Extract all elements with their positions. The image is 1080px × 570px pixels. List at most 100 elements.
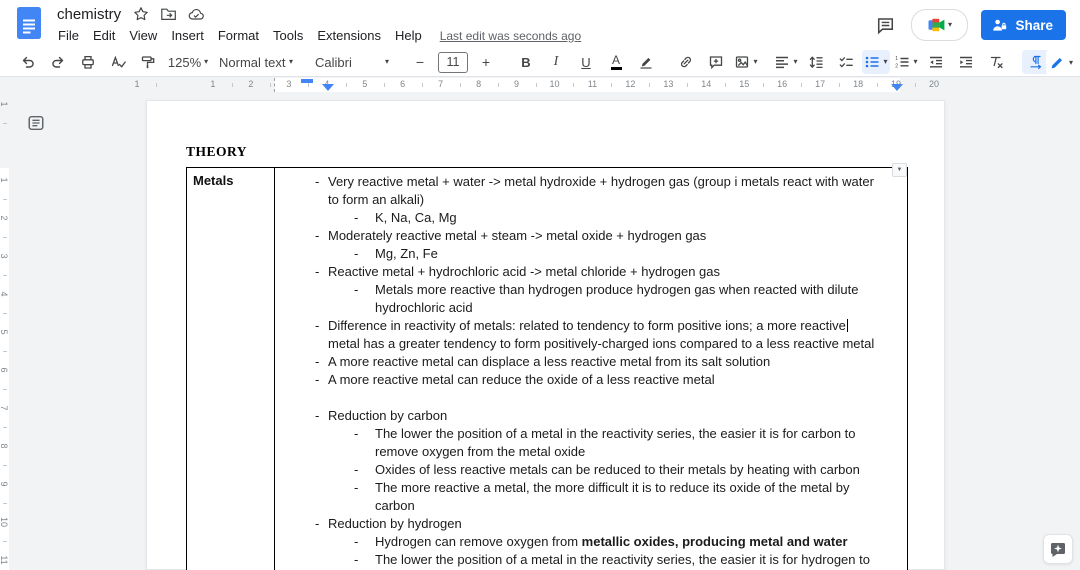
table-cell-metals[interactable]: Metals — [187, 168, 275, 570]
menu-view[interactable]: View — [122, 26, 164, 45]
list-item[interactable]: - Oxides of less reactive metals can be r… — [275, 461, 907, 479]
horizontal-ruler: 1 1 2 3 4 5 6 7 8 9 10 11 12 13 14 15 16 17 18 19 20 — [0, 78, 1080, 92]
table-cell-body[interactable]: - Very reactive metal + water -> metal hy… — [275, 168, 907, 570]
bold-button[interactable]: B — [512, 50, 540, 74]
insert-image-button[interactable]: ▾ — [732, 50, 760, 74]
comment-history-icon[interactable] — [872, 12, 898, 38]
list-item[interactable]: hydrochloric acid — [275, 299, 907, 317]
insert-link-button[interactable] — [672, 50, 700, 74]
font-select-button[interactable]: Calibri ▾ — [310, 50, 394, 74]
chevron-down-icon: ▾ — [1069, 57, 1074, 67]
line-spacing-button[interactable] — [802, 50, 830, 74]
bullet-dash: - — [354, 246, 359, 261]
list-item[interactable]: - Reduction by hydrogen — [275, 515, 907, 533]
clear-formatting-button[interactable] — [982, 50, 1010, 74]
redo-button[interactable] — [44, 50, 72, 74]
right-indent-marker[interactable] — [891, 84, 903, 91]
explore-button[interactable] — [1043, 534, 1073, 564]
list-item[interactable]: to form an alkali) — [275, 191, 907, 209]
text-run: Reduction by hydrogen — [328, 516, 462, 531]
menu-insert[interactable]: Insert — [164, 26, 211, 45]
hanging-indent-marker[interactable] — [322, 84, 334, 91]
font-size-input-button[interactable]: 11 — [438, 51, 468, 73]
list-item[interactable]: - Mg, Zn, Fe — [275, 245, 907, 263]
bullet-dash: - — [315, 372, 320, 387]
star-icon[interactable] — [132, 6, 149, 23]
section-heading[interactable]: THEORY — [186, 144, 247, 160]
ruler-tick — [915, 83, 917, 87]
checklist-button[interactable] — [832, 50, 860, 74]
align-button[interactable]: ▾ — [772, 50, 800, 74]
list-item[interactable]: - Moderately reactive metal + steam -> me… — [275, 227, 907, 245]
list-item[interactable]: - The lower the position of a metal in th… — [275, 425, 907, 443]
font-size-decrease-button[interactable]: − — [406, 50, 434, 74]
add-comment-button[interactable] — [702, 50, 730, 74]
print-button[interactable] — [74, 50, 102, 74]
menu-file[interactable]: File — [51, 26, 86, 45]
last-edit-link[interactable]: Last edit was seconds ago — [440, 29, 581, 43]
bold-text: metallic oxides, producing metal and wat… — [581, 534, 848, 549]
paint-format-button[interactable] — [134, 50, 162, 74]
italic-button[interactable]: I — [542, 50, 570, 74]
ruler-tick — [3, 123, 7, 124]
list-item[interactable]: remove oxygen from the metal oxide — [275, 443, 907, 461]
bullet-dash: - — [315, 408, 320, 423]
chevron-down-icon: ▾ — [883, 57, 888, 66]
list-item[interactable]: - Hydrogen can remove oxygen from metalli… — [275, 533, 907, 551]
list-item[interactable]: metal has a greater tendency to form pos… — [275, 335, 907, 353]
text-run: Very reactive metal + water -> metal hyd… — [328, 174, 874, 189]
undo-button[interactable] — [14, 50, 42, 74]
menu-help[interactable]: Help — [388, 26, 429, 45]
menu-extensions[interactable]: Extensions — [310, 26, 388, 45]
move-icon[interactable] — [160, 6, 177, 23]
increase-indent-button[interactable] — [952, 50, 980, 74]
menu-tools[interactable]: Tools — [266, 26, 310, 45]
styles-select-button[interactable]: Normal text ▾ — [214, 50, 298, 74]
list-item[interactable]: - Reduction by carbon — [275, 407, 907, 425]
editing-mode-button[interactable]: ▾ — [1046, 50, 1077, 75]
list-item[interactable]: - Reactive metal + hydrochloric acid -> m… — [275, 263, 907, 281]
list-item[interactable]: - The lower the position of a metal in th… — [275, 551, 907, 569]
ruler-number: 11 — [0, 555, 9, 565]
first-line-indent-marker[interactable] — [301, 79, 313, 83]
list-item[interactable]: carbon — [275, 497, 907, 515]
menu-bar: File Edit View Insert Format Tools Extensions H… — [51, 26, 581, 45]
list-item[interactable]: - K, Na, Ca, Mg — [275, 209, 907, 227]
blank-line[interactable] — [275, 389, 907, 407]
highlight-color-button[interactable] — [632, 50, 660, 74]
document-title[interactable]: chemistry — [57, 6, 121, 23]
list-item[interactable]: - Difference in reactivity of metals: rel… — [275, 317, 907, 335]
underline-button[interactable]: U — [572, 50, 600, 74]
font-size-increase-button[interactable]: + — [472, 50, 500, 74]
list-item[interactable]: - Metals more reactive than hydrogen prod… — [275, 281, 907, 299]
text-color-button[interactable]: A — [602, 50, 630, 74]
text-run: hydrochloric acid — [375, 300, 473, 315]
ruler-tick — [839, 83, 841, 87]
menu-edit[interactable]: Edit — [86, 26, 122, 45]
meet-button[interactable]: ▾ — [911, 9, 969, 41]
document-outline-button[interactable] — [25, 112, 46, 133]
text-run: Oxides of less reactive metals can be re… — [375, 462, 860, 477]
list-item[interactable]: - Very reactive metal + water -> metal hy… — [275, 173, 907, 191]
chevron-down-icon: ▾ — [288, 57, 293, 66]
ruler-tick — [3, 351, 7, 352]
spelling-check-button[interactable] — [104, 50, 132, 74]
svg-text:2: 2 — [896, 64, 899, 70]
docs-logo-icon[interactable] — [16, 6, 42, 40]
list-item[interactable]: -A more reactive metal can displace a le… — [275, 353, 907, 371]
cloud-saved-icon[interactable] — [188, 6, 205, 23]
zoom-select-button[interactable]: 125% ▾ — [168, 50, 208, 74]
numbered-list-button[interactable]: 1 2 ▾ — [892, 50, 920, 74]
menu-format[interactable]: Format — [211, 26, 266, 45]
text-run: K, Na, Ca, Mg — [375, 210, 457, 225]
document-page[interactable]: THEORY Metals - Very reactive metal + wat… — [146, 100, 945, 570]
ruler-tick — [3, 237, 7, 238]
bulleted-list-button[interactable]: ▾ — [862, 50, 890, 74]
table-quick-menu-button[interactable]: ▼ — [892, 163, 907, 177]
ruler-tick — [497, 83, 499, 87]
list-item[interactable]: -A more reactive metal can reduce the ox… — [275, 371, 907, 389]
share-button[interactable]: Share — [981, 10, 1066, 40]
ruler-tick — [307, 83, 309, 87]
decrease-indent-button[interactable] — [922, 50, 950, 74]
list-item[interactable]: - The more reactive a metal, the more dif… — [275, 479, 907, 497]
